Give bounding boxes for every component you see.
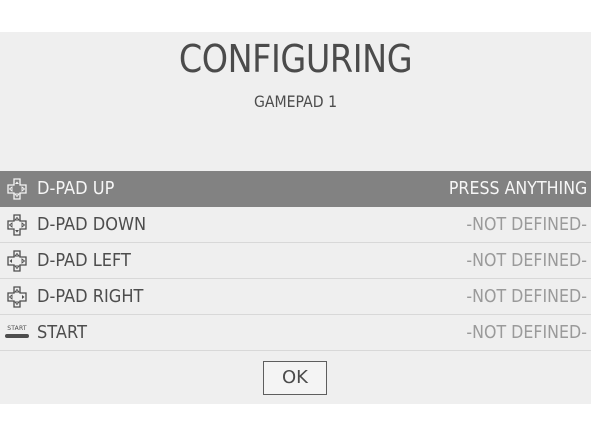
- dpad-left-icon: [7, 250, 27, 272]
- mapping-label: START: [37, 322, 87, 343]
- mapping-label: D-PAD LEFT: [37, 250, 131, 271]
- mapping-row-start[interactable]: START START -NOT DEFINED-: [0, 315, 591, 351]
- dpad-down-icon: [7, 214, 27, 236]
- dialog-subtitle: GAMEPAD 1: [253, 92, 338, 111]
- mapping-label: D-PAD RIGHT: [37, 286, 144, 307]
- configuring-dialog: CONFIGURING GAMEPAD 1 D-PAD UP PRESS ANY…: [0, 32, 591, 404]
- ok-button[interactable]: OK: [263, 361, 327, 395]
- input-mapping-list: D-PAD UP PRESS ANYTHING D-PAD DOWN -NOT …: [0, 171, 591, 351]
- mapping-row-dpad-up[interactable]: D-PAD UP PRESS ANYTHING: [0, 171, 591, 207]
- start-icon-bar: [5, 334, 29, 338]
- mapping-value: -NOT DEFINED-: [466, 322, 587, 343]
- mapping-value: PRESS ANYTHING: [448, 178, 587, 199]
- start-button-icon: START: [4, 325, 30, 341]
- mapping-label: D-PAD UP: [37, 178, 115, 199]
- mapping-value: -NOT DEFINED-: [466, 286, 587, 307]
- mapping-row-dpad-left[interactable]: D-PAD LEFT -NOT DEFINED-: [0, 243, 591, 279]
- dialog-title: CONFIGURING: [178, 37, 413, 81]
- mapping-label: D-PAD DOWN: [37, 214, 147, 235]
- mapping-value: -NOT DEFINED-: [466, 214, 587, 235]
- dpad-right-icon: [7, 286, 27, 308]
- mapping-row-dpad-down[interactable]: D-PAD DOWN -NOT DEFINED-: [0, 207, 591, 243]
- start-icon-text: START: [7, 325, 27, 332]
- mapping-row-dpad-right[interactable]: D-PAD RIGHT -NOT DEFINED-: [0, 279, 591, 315]
- mapping-value: -NOT DEFINED-: [466, 250, 587, 271]
- dpad-up-icon: [7, 178, 27, 200]
